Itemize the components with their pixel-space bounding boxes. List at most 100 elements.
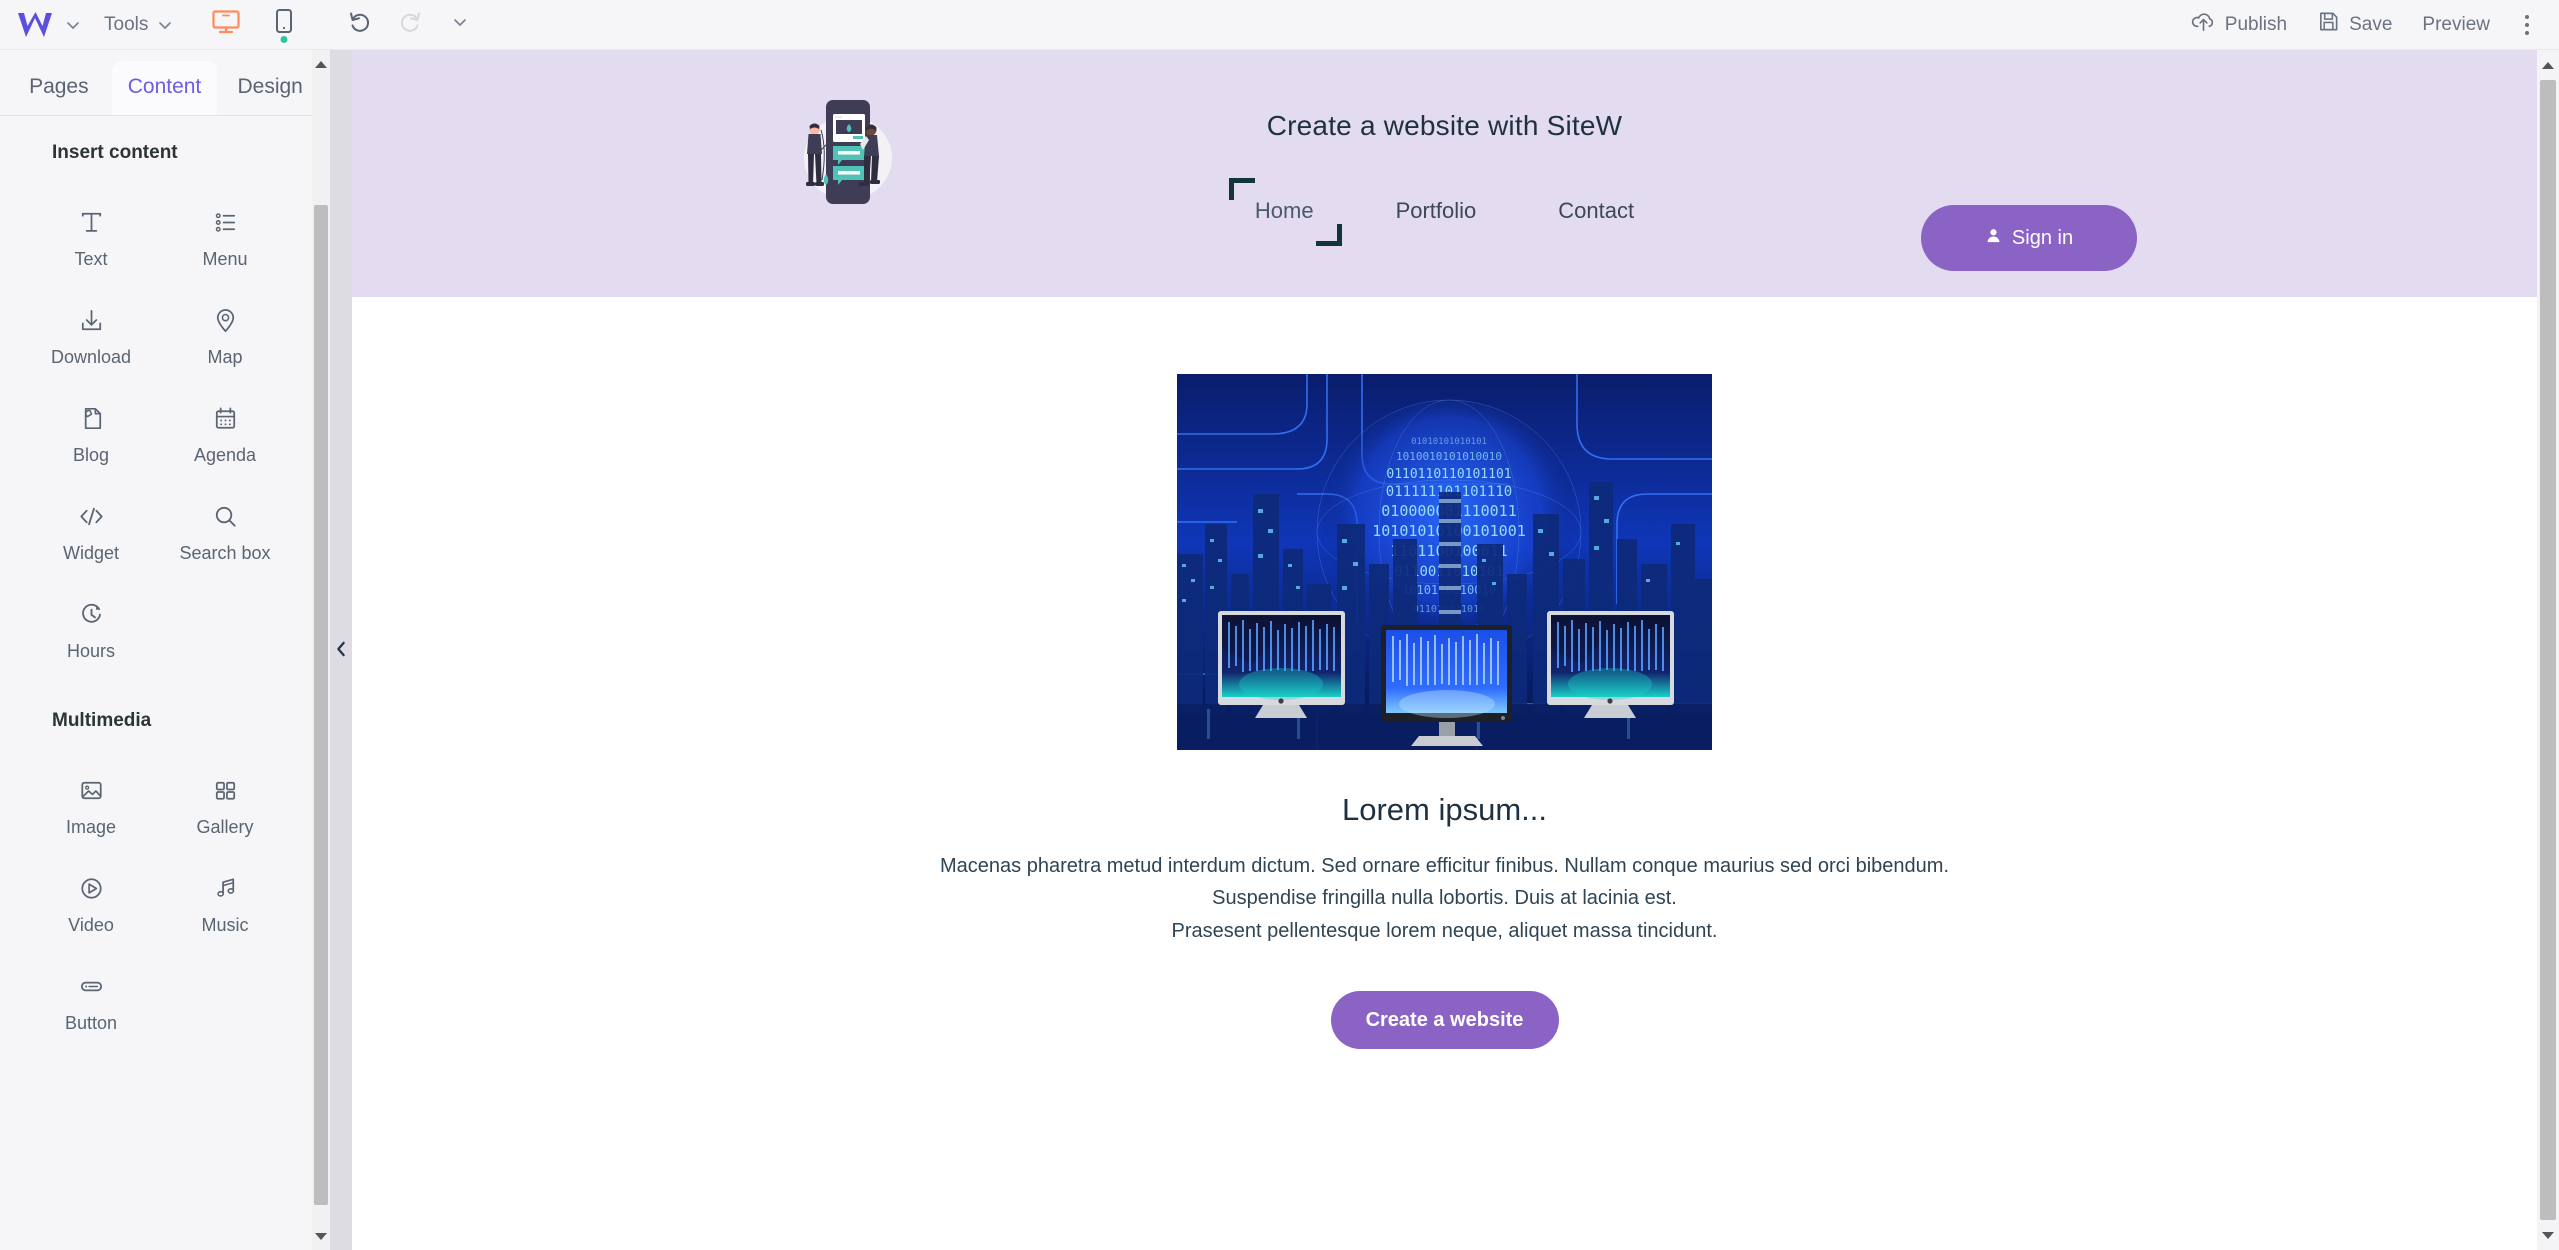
more-options-button[interactable]: [2505, 14, 2545, 35]
save-button[interactable]: Save: [2302, 0, 2407, 50]
download-arrow-icon: [76, 302, 107, 338]
triangle-up-icon: [2542, 61, 2554, 69]
tools-menu-button[interactable]: Tools: [82, 0, 178, 50]
selection-corner-top-left: [1228, 178, 1255, 200]
sidebar-scrollbar[interactable]: [312, 50, 330, 1250]
sidebar-item-music-label: Music: [201, 915, 249, 935]
tab-pages-label: Pages: [29, 75, 89, 98]
sidebar-item-hours[interactable]: Hours: [24, 582, 158, 676]
triangle-down-icon: [315, 1232, 327, 1240]
site-title[interactable]: Create a website with SiteW: [352, 110, 2537, 142]
site-header-band[interactable]: Create a website with SiteW Home Portfol…: [352, 50, 2537, 297]
undo-arrow-icon: [347, 9, 373, 40]
sidebar-item-download-label: Download: [50, 347, 132, 367]
sidebar-item-widget[interactable]: Widget: [24, 484, 158, 578]
device-preview-group: [178, 0, 310, 50]
tab-pages[interactable]: Pages: [6, 61, 112, 115]
blog-page-icon: [76, 400, 107, 436]
sidebar-item-image[interactable]: Image: [24, 758, 158, 852]
desktop-monitor-icon: [211, 9, 241, 40]
nav-item-contact[interactable]: Contact: [1554, 192, 1638, 230]
text-t-icon: [76, 204, 107, 240]
list-menu-icon: [210, 204, 241, 240]
site-body: 01010101010101 1010010101010010 01101101…: [352, 374, 2537, 1050]
triangle-down-icon: [2542, 1231, 2554, 1239]
hero-heading[interactable]: Lorem ipsum...: [352, 792, 2537, 828]
tools-label: Tools: [104, 13, 149, 35]
tab-design[interactable]: Design: [217, 61, 323, 115]
kebab-dot: [2525, 30, 2529, 35]
sidebar-item-agenda-label: Agenda: [193, 445, 257, 465]
sidebar-item-map[interactable]: Map: [158, 288, 292, 382]
picture-icon: [76, 772, 107, 808]
hero-paragraph-line: Prasesent pellentesque lorem neque, aliq…: [1171, 919, 1718, 942]
sidebar-item-hours-label: Hours: [66, 641, 115, 661]
left-sidebar: Pages Content Design Insert content Text: [0, 50, 330, 1250]
canvas-scrollbar[interactable]: [2537, 50, 2559, 1250]
nav-item-portfolio-label: Portfolio: [1395, 198, 1477, 223]
sidebar-item-text[interactable]: Text: [24, 190, 158, 284]
nav-item-home-label: Home: [1254, 198, 1314, 223]
preview-button[interactable]: Preview: [2407, 0, 2505, 50]
cloud-upload-icon: [2191, 10, 2216, 39]
sidebar-item-button[interactable]: Button: [24, 954, 158, 1048]
sidebar-item-download[interactable]: Download: [24, 288, 158, 382]
sidebar-item-menu[interactable]: Menu: [158, 190, 292, 284]
undo-button[interactable]: [336, 0, 384, 50]
sidebar-item-blog[interactable]: Blog: [24, 386, 158, 480]
nav-item-portfolio[interactable]: Portfolio: [1392, 192, 1481, 230]
clock-icon: [76, 596, 107, 632]
brand-chevron-down-icon[interactable]: [64, 16, 82, 34]
section-title-insert-content: Insert content: [52, 142, 178, 163]
sidebar-item-gallery[interactable]: Gallery: [158, 758, 292, 852]
sidebar-item-blog-label: Blog: [72, 445, 110, 465]
sitew-w-logo-icon: [16, 10, 54, 40]
mobile-view-button[interactable]: [258, 0, 310, 50]
sidebar-item-menu-label: Menu: [202, 249, 248, 269]
tab-content[interactable]: Content: [111, 61, 218, 115]
sidebar-item-text-label: Text: [74, 249, 108, 269]
multimedia-grid: Image Gallery Video Music Button: [0, 732, 316, 1048]
kebab-dot: [2525, 22, 2529, 27]
tab-content-label: Content: [127, 75, 202, 98]
sidebar-item-image-label: Image: [65, 817, 117, 837]
sidebar-scroll-up-button[interactable]: [312, 50, 330, 78]
redo-button[interactable]: [386, 0, 434, 50]
canvas-scrollbar-thumb[interactable]: [2540, 80, 2556, 1220]
canvas-scroll-down-button[interactable]: [2537, 1220, 2559, 1250]
site-nav-menu: Home Portfolio Contact: [352, 178, 2537, 246]
sidebar-item-map-label: Map: [207, 347, 243, 367]
hero-image[interactable]: 01010101010101 1010010101010010 01101101…: [1177, 374, 1712, 750]
mobile-status-dot: [280, 35, 288, 43]
triangle-up-icon: [315, 60, 327, 68]
nav-item-contact-label: Contact: [1558, 198, 1635, 223]
site-canvas: Create a website with SiteW Home Portfol…: [352, 50, 2537, 1250]
nav-item-home[interactable]: Home: [1228, 178, 1342, 246]
sidebar-item-video[interactable]: Video: [24, 856, 158, 950]
history-dropdown-button[interactable]: [436, 0, 484, 50]
sidebar-grid-spacer: [158, 582, 292, 676]
sidebar-scrollbar-thumb[interactable]: [314, 205, 328, 1205]
hero-paragraph[interactable]: Macenas pharetra metud interdum dictum. …: [352, 850, 2537, 947]
music-note-icon: [210, 870, 241, 906]
sidebar-item-music[interactable]: Music: [158, 856, 292, 950]
history-chevron-down-icon: [451, 13, 469, 36]
play-circle-icon: [76, 870, 107, 906]
top-toolbar: Tools Publish Save Preview: [0, 0, 2559, 50]
section-title-multimedia: Multimedia: [52, 710, 152, 731]
canvas-scroll-up-button[interactable]: [2537, 50, 2559, 80]
sidebar-scroll-down-button[interactable]: [312, 1222, 330, 1250]
sign-in-button[interactable]: Sign in: [1921, 205, 2137, 271]
brand-logo-button[interactable]: [0, 10, 82, 40]
sidebar-item-search-box[interactable]: Search box: [158, 484, 292, 578]
publish-button[interactable]: Publish: [2176, 0, 2302, 50]
sidebar-item-agenda[interactable]: Agenda: [158, 386, 292, 480]
tab-design-label: Design: [237, 75, 303, 98]
collapse-panel-button[interactable]: [331, 630, 351, 672]
selection-corner-bottom-right: [1315, 224, 1342, 246]
code-brackets-icon: [76, 498, 107, 534]
publish-label: Publish: [2224, 13, 2288, 35]
insert-content-grid: Text Menu Download Map Blog Agenda Widge…: [0, 164, 316, 676]
desktop-view-button[interactable]: [200, 0, 252, 50]
create-a-website-button[interactable]: Create a website: [1330, 991, 1559, 1050]
